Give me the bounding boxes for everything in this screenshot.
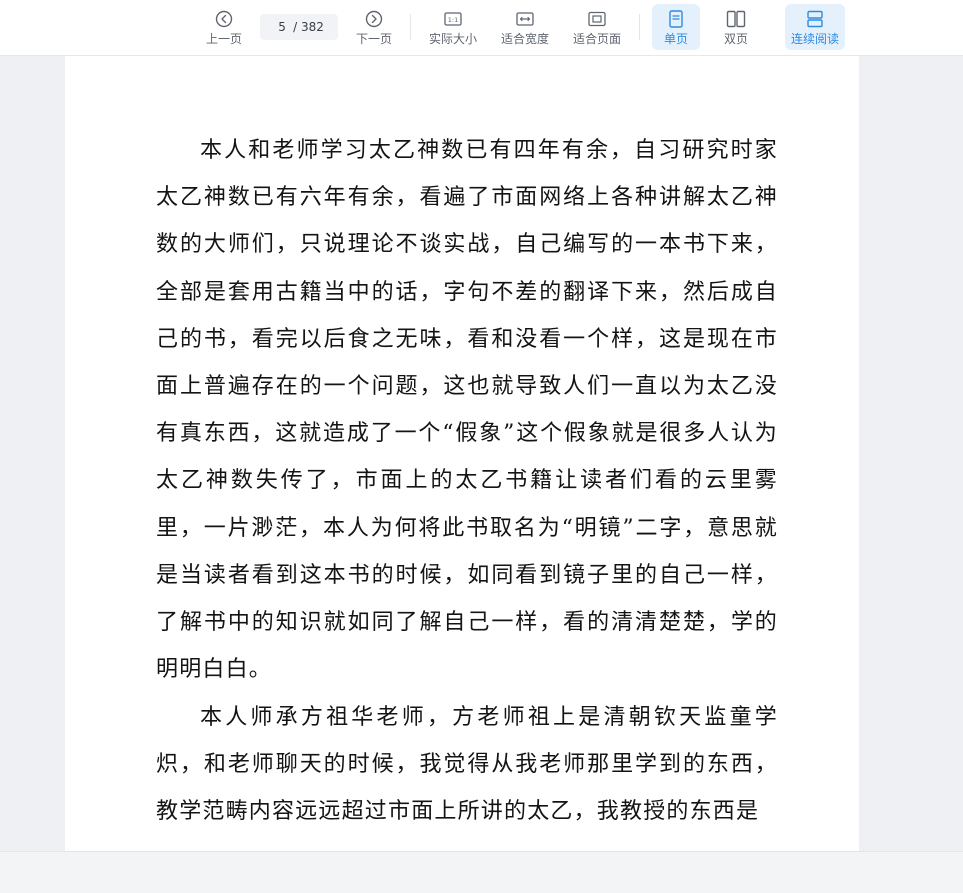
body-paragraph: 本人师承方祖华老师，方老师祖上是清朝钦天监童学炽，和老师聊天的时候，我觉得从我老… bbox=[156, 705, 778, 825]
continuous-read-icon bbox=[806, 8, 824, 30]
reader-toolbar: 上一页 / 382 下一页 1:1 实际大小 适合宽度 适合页面 单页 bbox=[0, 0, 963, 56]
actual-size-button[interactable]: 1:1 实际大小 bbox=[424, 4, 482, 50]
fit-width-button[interactable]: 适合宽度 bbox=[496, 4, 554, 50]
toolbar-divider bbox=[639, 14, 640, 40]
actual-size-icon: 1:1 bbox=[444, 8, 462, 30]
actual-size-label: 实际大小 bbox=[428, 32, 477, 46]
next-page-label: 下一页 bbox=[355, 32, 392, 46]
fit-page-label: 适合页面 bbox=[572, 32, 621, 46]
double-page-button[interactable]: 双页 bbox=[712, 4, 760, 50]
next-page-button[interactable]: 下一页 bbox=[350, 4, 398, 50]
double-page-label: 双页 bbox=[723, 32, 748, 46]
actual-size-icon-text: 1:1 bbox=[448, 16, 458, 24]
page-total: / 382 bbox=[293, 20, 324, 34]
body-paragraph: 本人和老师学习太乙神数已有四年有余，自习研究时家太乙神数已有六年有余，看遍了市面… bbox=[156, 138, 778, 683]
prev-page-label: 上一页 bbox=[205, 32, 242, 46]
chevron-right-circle-icon bbox=[365, 8, 383, 30]
document-page[interactable]: 本人和老师学习太乙神数已有四年有余，自习研究时家太乙神数已有六年有余，看遍了市面… bbox=[65, 56, 859, 856]
fit-page-icon bbox=[588, 8, 606, 30]
page-indicator: / 382 bbox=[260, 14, 338, 40]
toolbar-divider bbox=[410, 14, 411, 40]
single-page-button[interactable]: 单页 bbox=[652, 4, 700, 50]
continuous-read-label: 连续阅读 bbox=[790, 32, 839, 46]
single-page-label: 单页 bbox=[663, 32, 688, 46]
prev-page-button[interactable]: 上一页 bbox=[200, 4, 248, 50]
chevron-left-circle-icon bbox=[215, 8, 233, 30]
fit-width-label: 适合宽度 bbox=[500, 32, 549, 46]
single-page-icon bbox=[668, 8, 684, 30]
viewer-bottom-bar bbox=[0, 851, 963, 893]
fit-page-button[interactable]: 适合页面 bbox=[568, 4, 626, 50]
double-page-icon bbox=[726, 8, 746, 30]
current-page-input[interactable] bbox=[271, 20, 294, 34]
continuous-read-button[interactable]: 连续阅读 bbox=[785, 4, 845, 50]
fit-width-icon bbox=[516, 8, 534, 30]
